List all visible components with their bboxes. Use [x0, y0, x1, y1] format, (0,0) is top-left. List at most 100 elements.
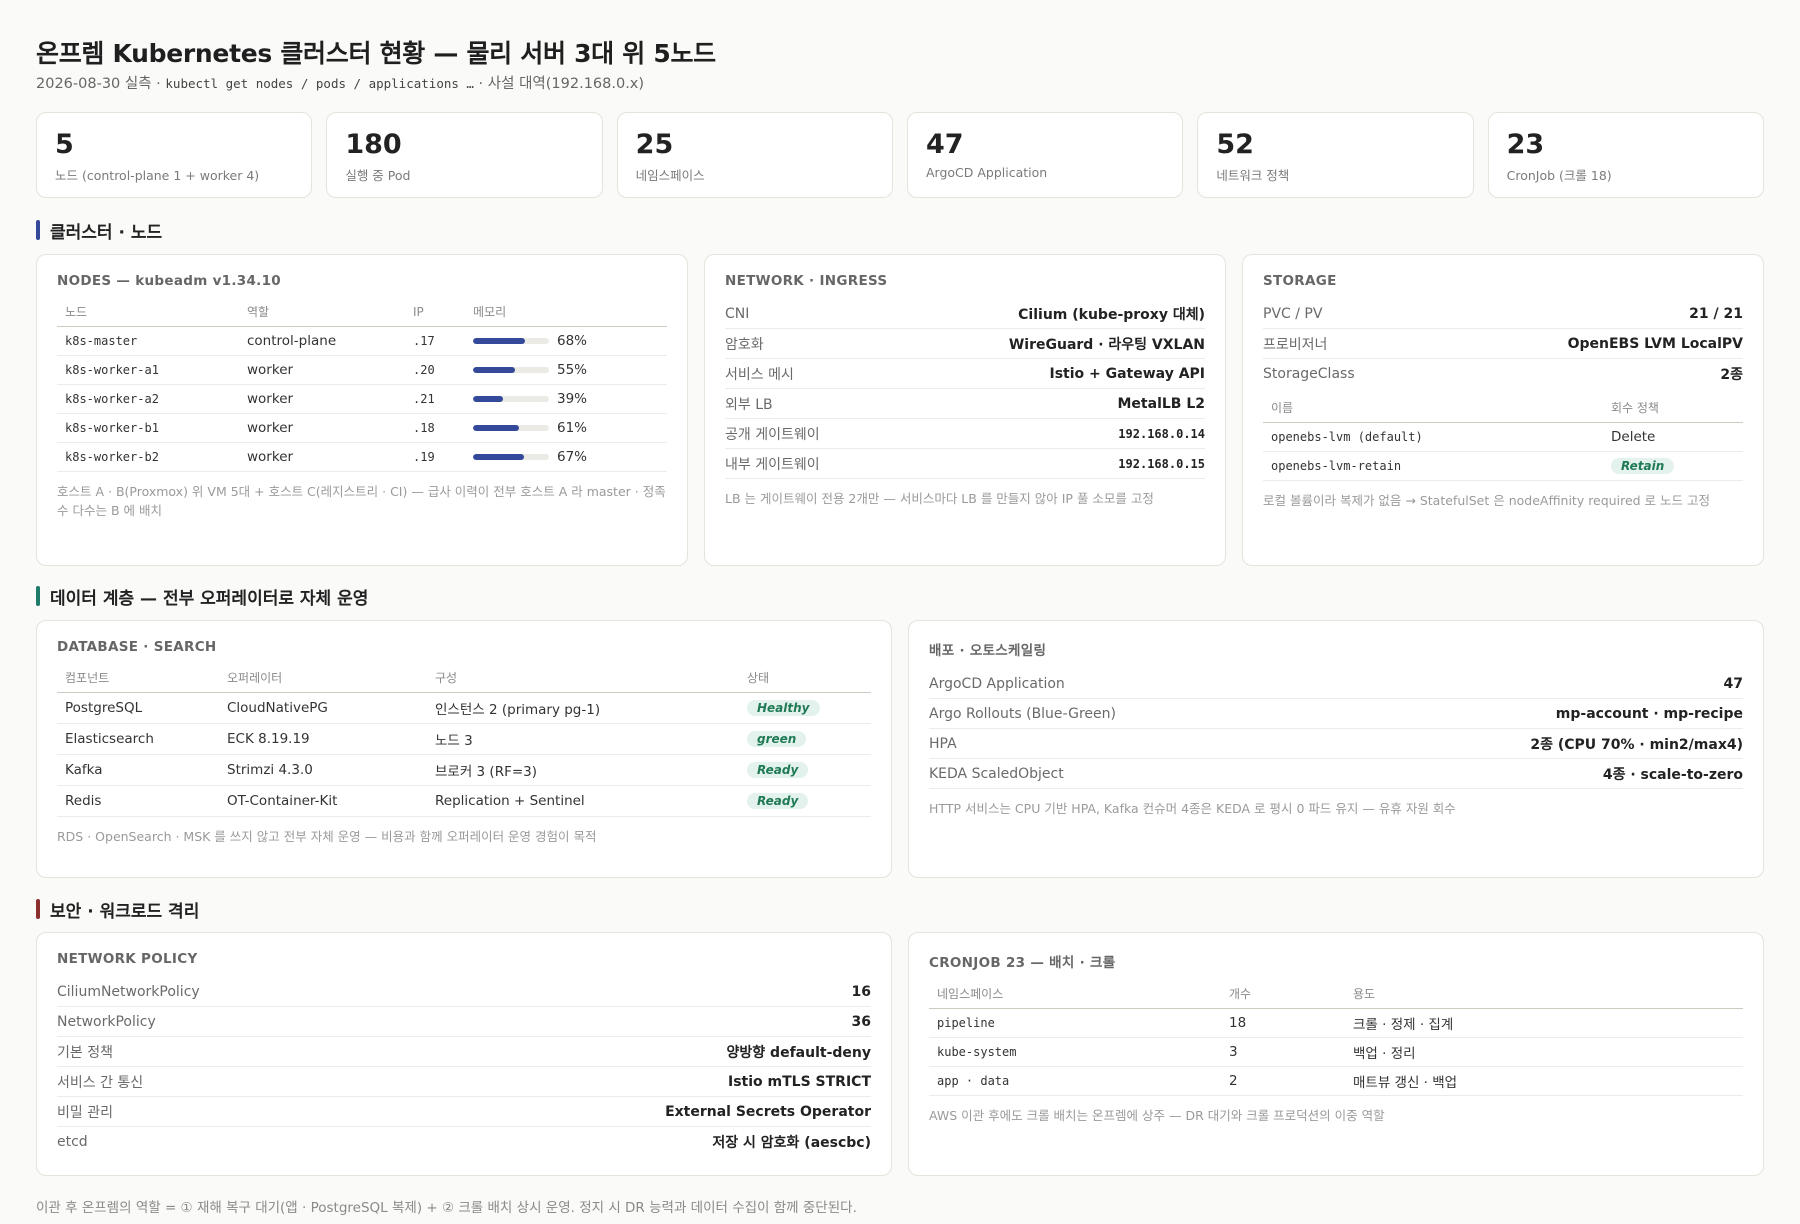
node-role: worker [239, 413, 405, 443]
table-row: Kafka Strimzi 4.3.0 브로커 3 (RF=3) Ready [57, 754, 871, 786]
kv-value: 192.168.0.14 [1118, 426, 1205, 441]
kv-row: CNI Cilium (kube-proxy 대체) [725, 299, 1205, 329]
kv-value: 양방향 default-deny [726, 1044, 871, 1061]
panel-note: RDS · OpenSearch · MSK 를 쓰지 않고 전부 자체 운영 … [57, 829, 597, 844]
reclaim-policy: Delete [1603, 422, 1743, 452]
kv-row: 공개 게이트웨이 192.168.0.14 [725, 419, 1205, 449]
node-name: k8s-worker-b1 [57, 413, 239, 443]
operator-name: OT-Container-Kit [219, 785, 427, 817]
section-heading-data: 데이터 계층 — 전부 오퍼레이터로 자체 운영 [36, 585, 368, 609]
memory-bar [473, 396, 549, 402]
column-header: 회수 정책 [1603, 395, 1743, 423]
network-panel: NETWORK · INGRESS CNI Cilium (kube-proxy … [704, 254, 1226, 566]
node-role: worker [239, 442, 405, 472]
node-name: k8s-worker-a1 [57, 355, 239, 385]
cronjob-purpose: 크롤 · 정제 · 집계 [1345, 1008, 1743, 1038]
column-header: IP [405, 299, 465, 327]
memory-percent: 55% [557, 362, 588, 378]
component-name: Kafka [57, 754, 219, 786]
section-accent-bar [36, 220, 40, 240]
operator-name: CloudNativePG [219, 692, 427, 724]
kpi-label: ArgoCD Application [925, 165, 1048, 180]
kpi-label: CronJob (크롤 18) [1506, 168, 1612, 183]
node-name: k8s-worker-a2 [57, 384, 239, 414]
panel-title: 배포 · 오토스케일링 [929, 643, 1047, 659]
kv-row: 서비스 메시 Istio + Gateway API [725, 359, 1205, 389]
kv-row: CiliumNetworkPolicy 16 [57, 977, 871, 1007]
cronjob-count: 18 [1221, 1008, 1345, 1038]
component-name: Elasticsearch [57, 723, 219, 755]
kpi-card-argocd: 47 ArgoCD Application [906, 112, 1184, 198]
table-row: kube-system 3 백업 · 정리 [929, 1037, 1743, 1067]
kv-key: 기본 정책 [57, 1044, 113, 1061]
table-row: openebs-lvm (default) Delete [1263, 422, 1743, 452]
column-header: 용도 [1345, 981, 1743, 1009]
kv-value: 저장 시 암호화 (aescbc) [712, 1135, 871, 1151]
kv-key: StorageClass [1263, 366, 1355, 382]
section-heading-security: 보안 · 워크로드 격리 [36, 898, 200, 922]
namespace-name: kube-system [929, 1037, 1221, 1067]
kv-value: 16 [851, 983, 871, 1000]
kv-row: 프로비저너 OpenEBS LVM LocalPV [1263, 329, 1743, 359]
kv-value: OpenEBS LVM LocalPV [1567, 335, 1743, 352]
table-row: pipeline 18 크롤 · 정제 · 집계 [929, 1008, 1743, 1038]
nodes-table: 노드 역할 IP 메모리 k8s-master control-plane .1… [57, 299, 667, 472]
subtitle-date: 2026-08-30 실측 · [36, 76, 166, 92]
kv-value: MetalLB L2 [1117, 395, 1206, 412]
kv-value: External Secrets Operator [665, 1103, 871, 1120]
panel-title: CRONJOB 23 — 배치 · 크롤 [929, 955, 1116, 971]
memory-percent: 39% [557, 391, 588, 407]
subtitle-network: · 사설 대역(192.168.0.x) [473, 76, 645, 92]
kv-key: CNI [725, 305, 750, 322]
subtitle-command: kubectl get nodes / pods / applications … [165, 76, 474, 91]
kpi-card-nodes: 5 노드 (control-plane 1 + worker 4) [36, 112, 313, 198]
kv-row: 내부 게이트웨이 192.168.0.15 [725, 449, 1205, 479]
panel-note: 호스트 A · B(Proxmox) 위 VM 5대 + 호스트 C(레지스트리… [57, 484, 666, 518]
column-header: 네임스페이스 [929, 981, 1221, 1009]
table-header-row: 노드 역할 IP 메모리 [57, 299, 667, 327]
kv-value: 4종 · scale-to-zero [1602, 766, 1743, 783]
kv-key: 암호화 [725, 336, 764, 353]
kpi-value: 180 [345, 129, 402, 160]
section-accent-bar [36, 586, 40, 606]
node-role: worker [239, 355, 405, 385]
column-header: 구성 [427, 665, 739, 693]
kpi-value: 52 [1216, 129, 1254, 160]
cronjob-table: 네임스페이스 개수 용도 pipeline 18 크롤 · 정제 · 집계 ku… [929, 981, 1743, 1096]
storageclass-table: 이름 회수 정책 openebs-lvm (default) Delete op… [1263, 395, 1743, 481]
node-name: k8s-worker-b2 [57, 442, 239, 472]
node-role: control-plane [239, 326, 405, 356]
section-title: 보안 · 워크로드 격리 [50, 901, 200, 922]
panel-note: HTTP 서비스는 CPU 기반 HPA, Kafka 컨슈머 4종은 KEDA… [929, 801, 1456, 816]
namespace-name: pipeline [929, 1008, 1221, 1038]
cronjob-panel: CRONJOB 23 — 배치 · 크롤 네임스페이스 개수 용도 pipeli… [908, 932, 1764, 1176]
kv-row: PVC / PV 21 / 21 [1263, 299, 1743, 329]
kpi-card-namespaces: 25 네임스페이스 [616, 112, 893, 198]
node-ip: .21 [405, 384, 465, 414]
kv-key: 외부 LB [725, 396, 773, 413]
component-name: PostgreSQL [57, 692, 219, 724]
memory-bar-fill [473, 425, 520, 431]
table-row: openebs-lvm-retain Retain [1263, 451, 1743, 481]
memory-bar-fill [473, 367, 515, 373]
kv-row: StorageClass 2종 [1263, 359, 1743, 389]
table-row: Redis OT-Container-Kit Replication + Sen… [57, 785, 871, 817]
table-row: k8s-worker-b2 worker .19 67% [57, 442, 667, 472]
kv-row: KEDA ScaledObject 4종 · scale-to-zero [929, 759, 1743, 789]
panel-title: NODES — kubeadm v1.34.10 [57, 273, 281, 289]
kv-row: 서비스 간 통신 Istio mTLS STRICT [57, 1067, 871, 1097]
memory-percent: 67% [557, 449, 588, 465]
kpi-label: 네트워크 정책 [1216, 168, 1290, 183]
operator-name: ECK 8.19.19 [219, 723, 427, 755]
memory-bar-fill [473, 454, 524, 460]
status-badge: Ready [747, 762, 809, 778]
kv-value: Istio + Gateway API [1049, 365, 1205, 382]
kv-value: mp-account · mp-recipe [1555, 705, 1743, 722]
panel-title: NETWORK · INGRESS [725, 273, 888, 289]
kv-key: 공개 게이트웨이 [725, 426, 820, 443]
kv-key: 내부 게이트웨이 [725, 456, 820, 473]
column-header: 이름 [1263, 395, 1603, 423]
component-config: 인스턴스 2 (primary pg-1) [427, 692, 739, 724]
node-ip: .17 [405, 326, 465, 356]
column-header: 컴포넌트 [57, 665, 219, 693]
